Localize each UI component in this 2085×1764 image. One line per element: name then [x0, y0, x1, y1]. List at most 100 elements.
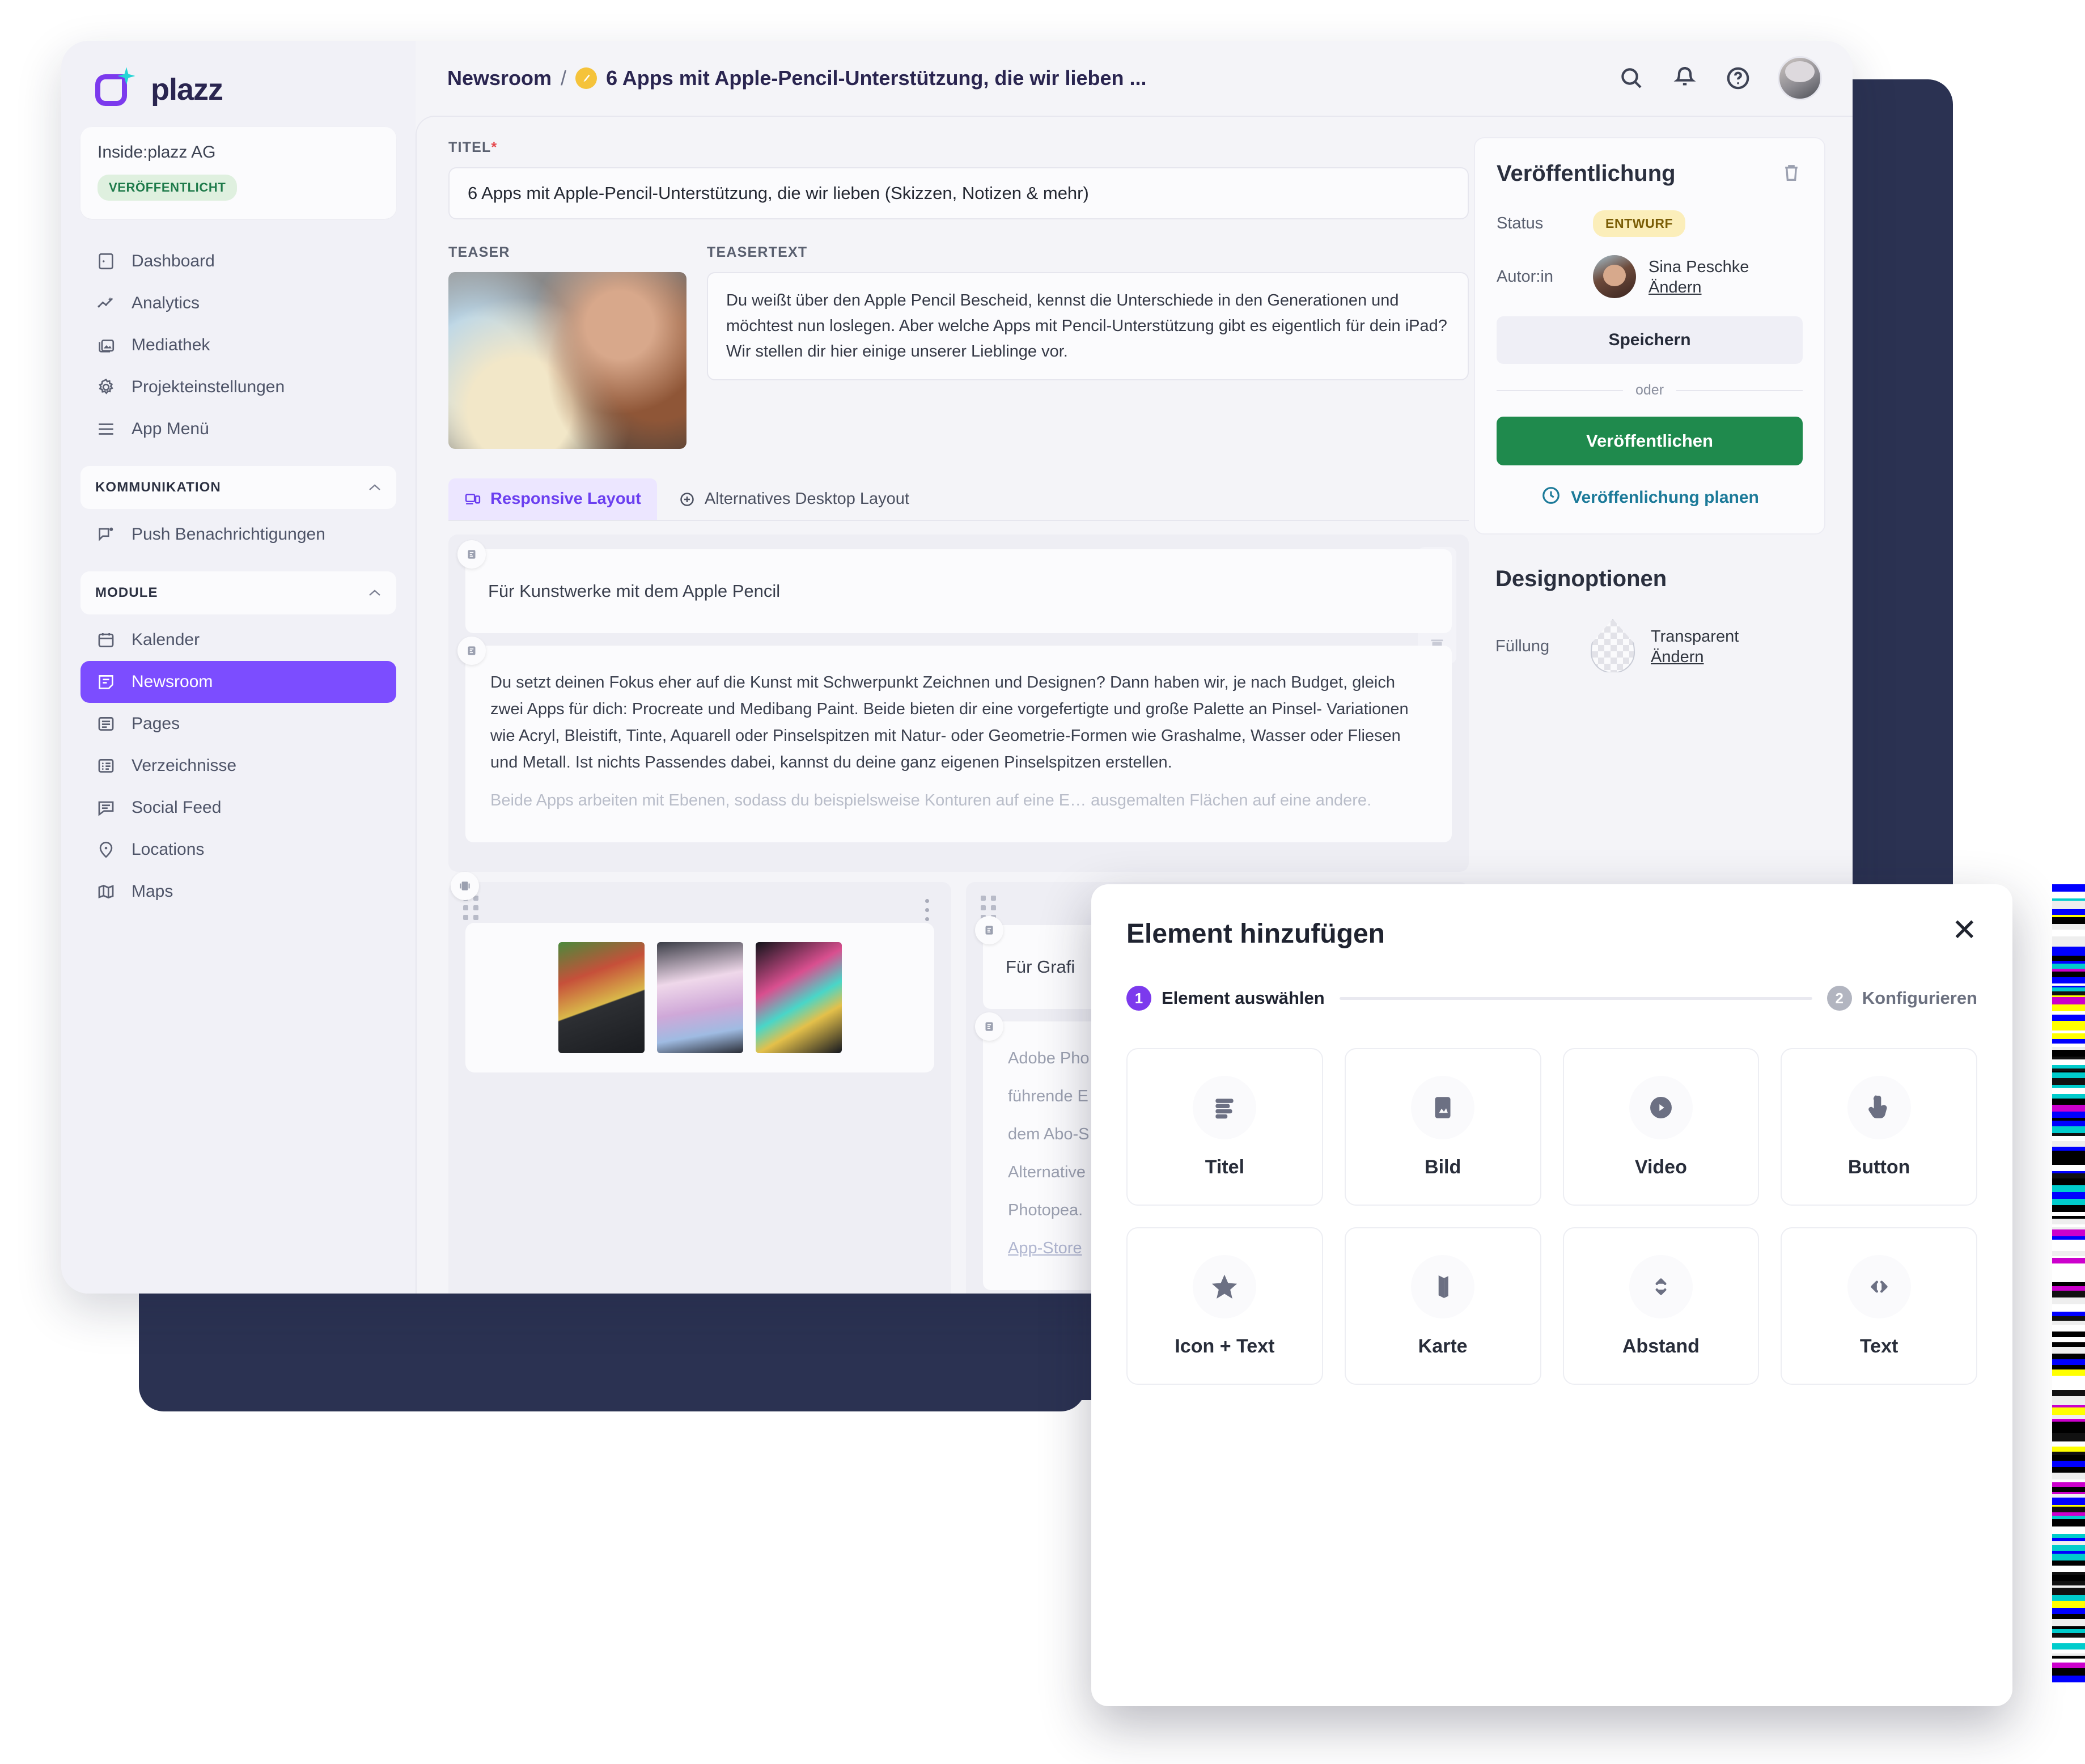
cell-more-icon[interactable] — [917, 894, 936, 926]
sidebar-section-module[interactable]: MODULE — [80, 571, 396, 614]
sidebar-item-kalender[interactable]: Kalender — [80, 619, 396, 661]
map-folded-icon — [1411, 1255, 1474, 1318]
directory-icon — [95, 755, 117, 777]
tap-hand-icon — [1847, 1076, 1911, 1139]
title-input[interactable]: 6 Apps mit Apple-Pencil-Unterstützung, d… — [448, 167, 1469, 219]
sidebar-item-social-feed[interactable]: Social Feed — [80, 787, 396, 829]
author-label: Autor:in — [1497, 268, 1593, 286]
modal-stepper: 1 Element auswählen 2 Konfigurieren — [1126, 986, 1977, 1011]
heading-block-text[interactable]: Für Kunstwerke mit dem Apple Pencil — [465, 549, 1452, 633]
sidebar-item-projekteinstellungen[interactable]: Projekteinstellungen — [80, 366, 396, 408]
backdrop-panel-lower — [139, 1298, 1086, 1411]
author-change-link[interactable]: Ändern — [1648, 278, 1749, 297]
render-noise-strip — [2052, 884, 2085, 1712]
element-card-video[interactable]: Video — [1563, 1048, 1760, 1206]
element-card-icon-text[interactable]: Icon + Text — [1126, 1227, 1323, 1385]
schedule-publish-link[interactable]: Veröffenlichung planen — [1497, 485, 1803, 511]
close-icon[interactable]: ✕ — [1952, 918, 1977, 943]
brand-name: plazz — [151, 72, 223, 107]
tab-label: Responsive Layout — [490, 490, 641, 508]
teaser-row: TEASER TEASERTEXT Du weißt über den Appl… — [448, 244, 1469, 449]
element-card-label: Titel — [1205, 1156, 1244, 1178]
sidebar-item-app-menu[interactable]: App Menü — [80, 408, 396, 450]
help-circle-icon[interactable] — [1724, 65, 1752, 92]
publish-button[interactable]: Veröffentlichen — [1497, 417, 1803, 465]
element-badge-icon[interactable] — [451, 872, 479, 900]
step-1[interactable]: 1 Element auswählen — [1126, 986, 1325, 1011]
gallery-thumb[interactable] — [558, 942, 645, 1053]
spacing-arrows-icon — [1629, 1255, 1693, 1318]
step-2[interactable]: 2 Konfigurieren — [1827, 986, 1977, 1011]
image-gallery-block[interactable] — [465, 923, 934, 1072]
tab-responsive-layout[interactable]: Responsive Layout — [448, 478, 657, 520]
element-badge-icon[interactable] — [457, 637, 486, 665]
play-circle-icon — [1629, 1076, 1693, 1139]
location-pin-icon — [95, 839, 117, 860]
top-header: Newsroom / 6 Apps mit Apple-Pencil-Unter… — [416, 41, 1853, 116]
calendar-icon — [95, 629, 117, 651]
element-badge-icon[interactable] — [457, 540, 486, 569]
search-icon[interactable] — [1618, 65, 1645, 92]
publish-panel: Veröffentlichung Status ENTWURF Autor:in… — [1474, 137, 1825, 535]
sidebar-item-maps[interactable]: Maps — [80, 871, 396, 913]
org-card[interactable]: Inside:plazz AG VERÖFFENTLICHT — [80, 127, 396, 219]
teaser-image[interactable] — [448, 272, 686, 449]
gallery-thumb[interactable] — [657, 942, 743, 1053]
or-separator: oder — [1497, 382, 1803, 398]
brand[interactable]: plazz — [61, 41, 416, 116]
sidebar-item-label: Dashboard — [132, 252, 215, 271]
sidebar-item-label: Mediathek — [132, 336, 210, 355]
step-number: 2 — [1827, 986, 1852, 1011]
social-feed-icon — [95, 797, 117, 819]
sidebar-item-analytics[interactable]: Analytics — [80, 282, 396, 324]
sidebar-item-locations[interactable]: Locations — [80, 829, 396, 871]
element-card-titel[interactable]: Titel — [1126, 1048, 1323, 1206]
modal-header: Element hinzufügen ✕ — [1126, 918, 1977, 949]
fill-change-link[interactable]: Ändern — [1651, 648, 1739, 667]
newsroom-icon — [95, 671, 117, 693]
sidebar-section-kommunikation[interactable]: KOMMUNIKATION — [80, 466, 396, 509]
header-actions — [1618, 56, 1822, 100]
element-badge-icon[interactable] — [975, 1012, 1003, 1041]
plus-circle-icon — [679, 491, 696, 508]
required-mark: * — [491, 139, 497, 155]
sidebar-item-label: Locations — [132, 840, 204, 859]
element-card-button[interactable]: Button — [1781, 1048, 1977, 1206]
element-card-karte[interactable]: Karte — [1345, 1227, 1541, 1385]
star-icon — [1193, 1255, 1256, 1318]
trash-icon[interactable] — [1780, 161, 1803, 186]
element-badge-icon[interactable] — [975, 916, 1003, 944]
paragraph-text-faded: Beide Apps arbeiten mit Ebenen, sodass d… — [490, 787, 1427, 814]
step-label: Element auswählen — [1162, 988, 1325, 1008]
breadcrumb: Newsroom / 6 Apps mit Apple-Pencil-Unter… — [447, 66, 1146, 90]
tab-alternatives-desktop-layout[interactable]: Alternatives Desktop Layout — [663, 478, 925, 520]
map-icon — [95, 881, 117, 902]
element-card-text[interactable]: Text — [1781, 1227, 1977, 1385]
teasertext-input[interactable]: Du weißt über den Apple Pencil Bescheid,… — [707, 272, 1469, 380]
sidebar-item-push-benachrichtigungen[interactable]: Push Benachrichtigungen — [80, 514, 396, 556]
sidebar-item-verzeichnisse[interactable]: Verzeichnisse — [80, 745, 396, 787]
status-label: Status — [1497, 214, 1593, 233]
fill-row: Füllung Transparent Ändern — [1495, 619, 1804, 673]
status-badge: ENTWURF — [1593, 210, 1685, 237]
gallery-thumb[interactable] — [756, 942, 842, 1053]
element-card-bild[interactable]: Bild — [1345, 1048, 1541, 1206]
dashboard-icon — [95, 251, 117, 272]
sidebar: plazz Inside:plazz AG VERÖFFENTLICHT Das… — [61, 41, 416, 1294]
paragraph-block[interactable]: Du setzt deinen Fokus eher auf die Kunst… — [465, 646, 1452, 842]
sidebar-item-mediathek[interactable]: Mediathek — [80, 324, 396, 366]
save-button[interactable]: Speichern — [1497, 316, 1803, 364]
element-card-abstand[interactable]: Abstand — [1563, 1227, 1760, 1385]
sidebar-item-dashboard[interactable]: Dashboard — [80, 240, 396, 282]
bell-icon[interactable] — [1671, 65, 1698, 92]
sidebar-item-label: Analytics — [132, 294, 200, 313]
sidebar-item-pages[interactable]: Pages — [80, 703, 396, 745]
avatar[interactable] — [1778, 56, 1822, 100]
author-block: Sina Peschke Ändern — [1648, 256, 1749, 297]
sidebar-item-newsroom[interactable]: Newsroom — [80, 661, 396, 703]
breadcrumb-root[interactable]: Newsroom — [447, 66, 552, 90]
image-icon — [1411, 1076, 1474, 1139]
avatar[interactable] — [1593, 255, 1636, 298]
transparent-swatch-icon[interactable] — [1591, 619, 1635, 673]
publish-panel-head: Veröffentlichung — [1497, 161, 1803, 186]
